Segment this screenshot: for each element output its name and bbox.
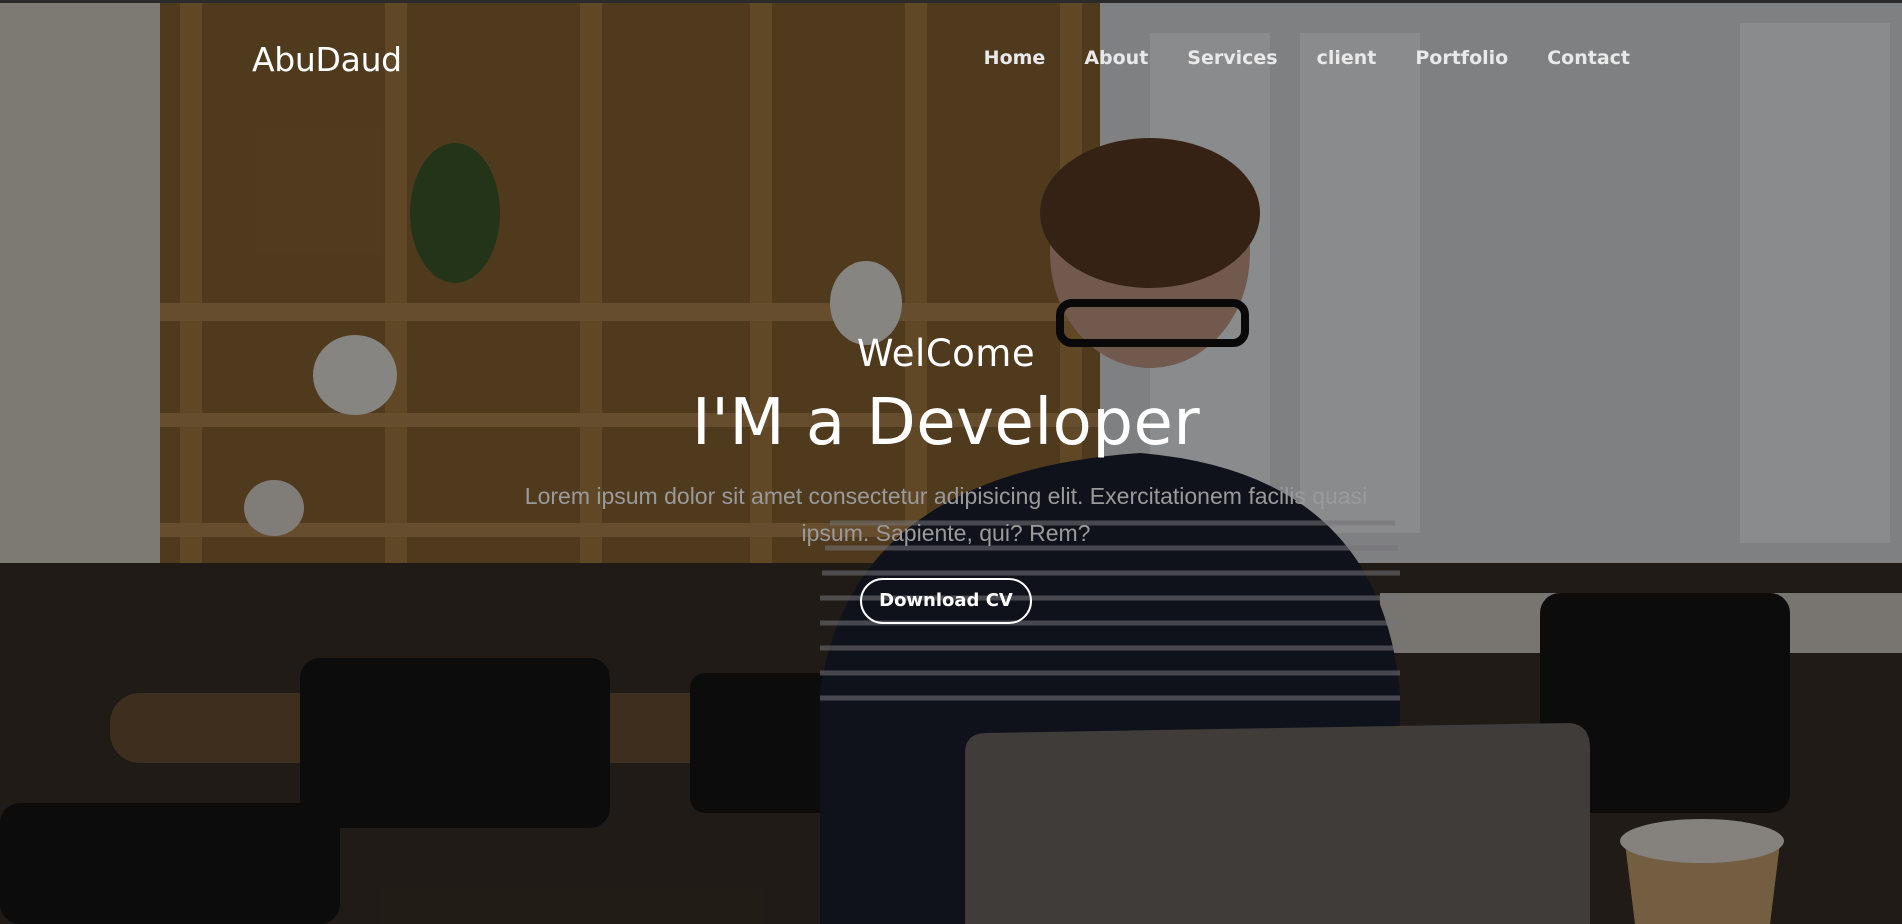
hero-description: Lorem ipsum dolor sit amet consectetur a… xyxy=(524,483,1368,546)
hero-section: AbuDaud Home About Services client Portf… xyxy=(0,0,1902,924)
nav-links: Home About Services client Portfolio Con… xyxy=(945,47,1630,69)
nav-link-contact[interactable]: Contact xyxy=(1547,47,1630,69)
welcome-heading: WelCome xyxy=(856,332,1036,375)
nav-link-services[interactable]: Services xyxy=(1187,47,1277,69)
navbar: AbuDaud Home About Services client Portf… xyxy=(0,0,1902,120)
nav-link-portfolio[interactable]: Portfolio xyxy=(1415,47,1508,69)
nav-link-home[interactable]: Home xyxy=(984,47,1046,69)
brand-logo[interactable]: AbuDaud xyxy=(252,40,402,79)
download-cv-button[interactable]: Download CV xyxy=(860,578,1032,624)
hero-content: WelCome I'M a Developer Lorem ipsum dolo… xyxy=(0,330,1892,624)
nav-link-client[interactable]: client xyxy=(1317,47,1377,69)
nav-link-about[interactable]: About xyxy=(1084,47,1148,69)
hero-headline: I'M a Developer xyxy=(691,386,1201,460)
